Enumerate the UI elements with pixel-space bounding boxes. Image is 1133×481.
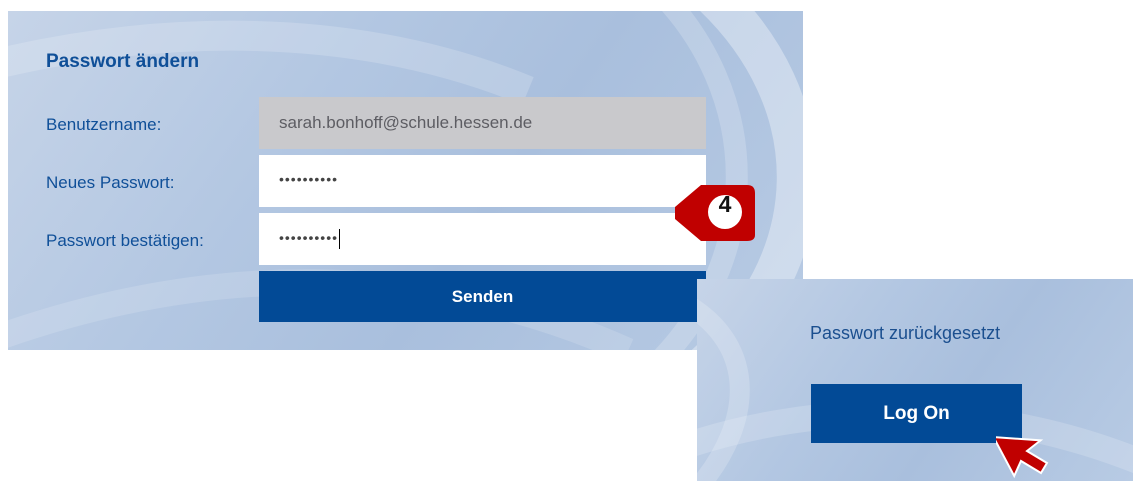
text-caret xyxy=(339,229,341,249)
background-swoosh-decoration xyxy=(697,298,1133,481)
step-number: 4 xyxy=(718,191,732,217)
username-field[interactable] xyxy=(259,97,706,149)
submit-button[interactable]: Senden xyxy=(259,271,706,322)
step-badge: 4 xyxy=(675,183,757,243)
confirm-password-value: •••••••••• xyxy=(279,229,341,249)
new-password-field[interactable]: •••••••••• xyxy=(259,155,706,207)
new-password-value: •••••••••• xyxy=(279,171,339,187)
cursor-arrow-icon xyxy=(996,435,1049,479)
logon-button[interactable]: Log On xyxy=(811,384,1022,443)
username-label: Benutzername: xyxy=(46,115,162,134)
reset-confirmation-panel: Passwort zurückgesetzt Log On xyxy=(697,279,1133,481)
confirm-password-field[interactable]: •••••••••• xyxy=(259,213,706,265)
confirm-password-label: Passwort bestätigen: xyxy=(46,231,204,250)
page-title: Passwort ändern xyxy=(46,51,200,72)
change-password-panel: Passwort ändern Benutzername: Neues Pass… xyxy=(8,11,803,350)
new-password-label: Neues Passwort: xyxy=(46,173,175,192)
reset-status-text: Passwort zurückgesetzt xyxy=(810,323,1001,343)
